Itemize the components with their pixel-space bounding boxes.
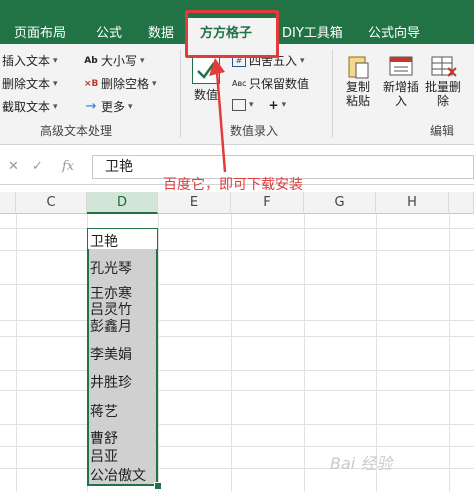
chevron-down-icon: ▾ xyxy=(53,101,58,112)
group-divider xyxy=(332,50,333,138)
case-icon: Ab xyxy=(84,55,98,66)
chevron-down-icon: ▾ xyxy=(281,100,287,110)
tab-data[interactable]: 数据 xyxy=(148,22,174,41)
clipboard-icon xyxy=(344,52,372,80)
chevron-down-icon: ▾ xyxy=(152,78,157,89)
chevron-down-icon: ▾ xyxy=(300,55,305,66)
plus-icon[interactable]: + xyxy=(269,98,279,112)
cell-d[interactable]: 井胜珍 xyxy=(90,372,132,392)
text-group-label: 高级文本处理 xyxy=(40,124,113,138)
column-header-c[interactable]: C xyxy=(16,192,87,214)
edit-group-label: 编辑 xyxy=(430,124,455,138)
chevron-down-icon: ▾ xyxy=(53,55,58,66)
delete-spaces-icon: ×B xyxy=(84,78,99,89)
delete-text-button[interactable]: 删除文本 ▾ xyxy=(2,75,58,92)
cell-d[interactable]: 曹舒 xyxy=(90,428,118,448)
watermark: Bai 经验 xyxy=(330,454,393,473)
highlight-box xyxy=(185,10,279,58)
group-divider xyxy=(180,50,181,138)
cell-d[interactable]: 李美娟 xyxy=(90,344,132,364)
insert-rows-icon xyxy=(387,52,415,80)
chevron-down-icon: ▾ xyxy=(128,101,133,112)
annotation-text: 百度它，即可下载安装 xyxy=(163,177,303,193)
cell-d[interactable]: 卫艳 xyxy=(90,231,118,251)
insert-text-button[interactable]: 插入文本 ▾ xyxy=(2,52,58,69)
fill-handle[interactable] xyxy=(154,482,162,490)
more-label: 更多 xyxy=(101,100,126,114)
annotation-arrow-icon xyxy=(209,58,227,173)
extract-text-button[interactable]: 截取文本 ▾ xyxy=(2,98,58,115)
column-header-e[interactable]: E xyxy=(158,192,231,214)
cell-d[interactable]: 吕亚 xyxy=(90,446,118,466)
tab-page-layout[interactable]: 页面布局 xyxy=(14,22,66,41)
tab-formula-wizard[interactable]: 公式向导 xyxy=(368,22,420,41)
batch-delete-label: 批量删除 xyxy=(424,80,461,108)
chevron-down-icon: ▾ xyxy=(53,78,58,89)
cell-d[interactable]: 彭鑫月 xyxy=(90,316,132,336)
cell-d[interactable]: 公冶傲文 xyxy=(90,465,146,485)
copy-paste-label: 复制粘贴 xyxy=(345,80,370,108)
insert-text-label: 插入文本 xyxy=(2,54,51,68)
add-insert-button[interactable]: 新增插入 xyxy=(382,52,420,108)
row-header-corner[interactable] xyxy=(0,192,16,214)
column-header-g[interactable]: G xyxy=(304,192,376,214)
delete-spaces-button[interactable]: ×B 删除空格 ▾ xyxy=(84,75,157,92)
cell-d[interactable]: 孔光琴 xyxy=(90,258,132,278)
more-button[interactable]: → 更多 ▾ xyxy=(84,98,133,115)
case-button[interactable]: Ab 大小写 ▾ xyxy=(84,52,145,69)
column-header-h[interactable]: H xyxy=(376,192,449,214)
case-label: 大小写 xyxy=(101,54,138,68)
add-insert-label: 新增插入 xyxy=(382,80,419,108)
cell-d[interactable]: 蒋艺 xyxy=(90,401,118,421)
column-header-f[interactable]: F xyxy=(231,192,304,214)
chevron-down-icon: ▾ xyxy=(249,100,254,110)
tab-diy-toolbox[interactable]: DIY工具箱 xyxy=(282,22,343,41)
arrow-right-icon: → xyxy=(85,98,97,114)
enter-icon[interactable]: ✓ xyxy=(32,159,43,174)
chevron-down-icon: ▾ xyxy=(140,55,145,66)
title-bar xyxy=(0,0,474,8)
copy-paste-button[interactable]: 复制粘贴 xyxy=(340,52,376,108)
batch-delete-button[interactable]: 批量删除 xyxy=(424,52,462,108)
delete-text-label: 删除文本 xyxy=(2,77,51,91)
column-header-next[interactable] xyxy=(449,192,474,214)
fx-icon[interactable]: fx xyxy=(62,159,74,174)
extract-text-label: 截取文本 xyxy=(2,100,51,114)
cancel-icon[interactable]: ✕ xyxy=(8,159,19,174)
sheet-grid[interactable] xyxy=(0,214,474,492)
column-header-d[interactable]: D xyxy=(87,192,158,214)
delete-grid-icon xyxy=(429,52,457,80)
tab-formulas[interactable]: 公式 xyxy=(96,22,122,41)
delete-spaces-label: 删除空格 xyxy=(101,77,150,91)
keep-values-label: 只保留数值 xyxy=(249,77,310,91)
